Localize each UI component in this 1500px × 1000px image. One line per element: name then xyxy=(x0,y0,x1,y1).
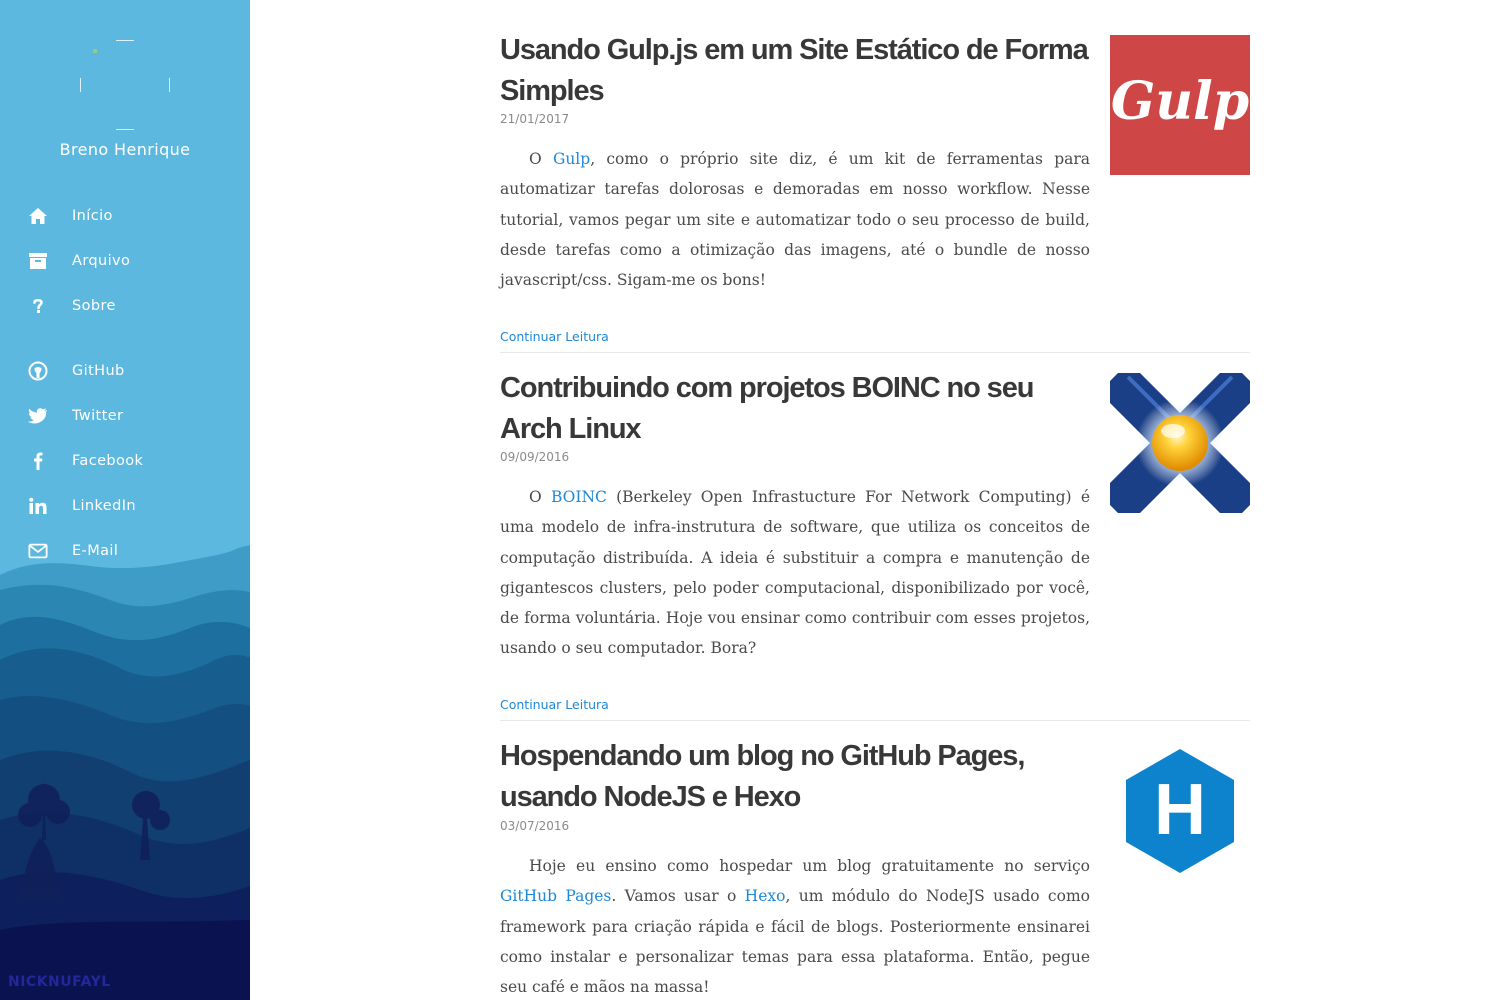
sidebar-item-linkedin[interactable]: LinkedIn xyxy=(28,494,228,518)
linkedin-icon xyxy=(28,496,48,516)
sidebar-item-label: LinkedIn xyxy=(72,498,136,514)
hexo-logo-text: H xyxy=(1154,770,1206,850)
post-date: 09/09/2016 xyxy=(500,450,570,464)
post-excerpt: O Gulp, como o próprio site diz, é um ki… xyxy=(500,144,1090,295)
excerpt-text: , como o próprio site diz, é um kit de f… xyxy=(500,150,1091,290)
gulp-logo-text: Gulp xyxy=(1111,71,1249,132)
sidebar: Breno Henrique Início Arquivo Sobre GitH… xyxy=(0,0,250,1000)
post-title[interactable]: Usando Gulp.js em um Site Estático de Fo… xyxy=(500,30,1100,112)
excerpt-text: O xyxy=(529,488,551,506)
post-thumbnail-hexo[interactable]: H xyxy=(1110,741,1250,881)
excerpt-text: (Berkeley Open Infrastucture For Network… xyxy=(500,488,1090,658)
sidebar-item-inicio[interactable]: Início xyxy=(28,204,228,228)
read-more-link[interactable]: Continuar Leitura xyxy=(500,329,609,344)
read-more-link[interactable]: Continuar Leitura xyxy=(500,697,609,712)
home-icon xyxy=(28,206,48,226)
post-title[interactable]: Contribuindo com projetos BOINC no seu A… xyxy=(500,368,1100,450)
avatar[interactable] xyxy=(80,40,170,130)
hexo-logo: H xyxy=(1110,741,1250,881)
sidebar-item-label: GitHub xyxy=(72,363,125,379)
twitter-icon xyxy=(28,406,48,426)
sidebar-item-label: Facebook xyxy=(72,453,144,469)
author-name: Breno Henrique xyxy=(59,140,191,159)
sidebar-item-label: E-Mail xyxy=(72,543,119,559)
envelope-icon xyxy=(28,541,48,561)
question-icon xyxy=(28,296,48,316)
excerpt-text: . Vamos usar o xyxy=(611,887,745,906)
post-excerpt: O BOINC (Berkeley Open Infrastucture For… xyxy=(500,482,1090,664)
sidebar-item-twitter[interactable]: Twitter xyxy=(28,404,228,428)
sidebar-item-facebook[interactable]: Facebook xyxy=(28,449,228,473)
boinc-link[interactable]: BOINC xyxy=(551,488,607,506)
excerpt-text: Hoje eu ensino como hospedar um blog gra… xyxy=(529,857,1090,875)
post-title[interactable]: Hospendando um blog no GitHub Pages, usa… xyxy=(500,736,1100,818)
boinc-logo xyxy=(1110,373,1250,513)
archive-icon xyxy=(28,251,48,271)
sidebar-item-sobre[interactable]: Sobre xyxy=(28,294,228,318)
post-list: Usando Gulp.js em um Site Estático de Fo… xyxy=(500,0,1250,1000)
gulp-link[interactable]: Gulp xyxy=(553,150,590,168)
post-thumbnail-gulp[interactable]: Gulp xyxy=(1110,35,1250,175)
github-icon xyxy=(28,361,48,381)
github-pages-link[interactable]: GitHub Pages xyxy=(500,887,611,905)
sidebar-item-label: Início xyxy=(72,208,113,224)
watermark-text: NICKNUFAYL xyxy=(8,974,111,990)
gulp-logo: Gulp xyxy=(1110,35,1250,175)
sidebar-item-github[interactable]: GitHub xyxy=(28,359,228,383)
post-date: 21/01/2017 xyxy=(500,112,570,126)
post-excerpt: Hoje eu ensino como hospedar um blog gra… xyxy=(500,851,1090,1000)
avatar-broken-image-icon xyxy=(93,49,97,53)
sidebar-item-label: Arquivo xyxy=(72,253,131,269)
avatar-outline xyxy=(80,40,170,130)
facebook-icon xyxy=(28,451,48,471)
sidebar-item-label: Sobre xyxy=(72,298,116,314)
excerpt-text: O xyxy=(529,150,553,168)
post-divider xyxy=(500,352,1250,353)
post-date: 03/07/2016 xyxy=(500,819,570,833)
sidebar-item-label: Twitter xyxy=(72,408,124,424)
sidebar-item-arquivo[interactable]: Arquivo xyxy=(28,249,228,273)
post-divider xyxy=(500,720,1250,721)
hexo-link[interactable]: Hexo xyxy=(745,887,786,905)
post-thumbnail-boinc[interactable] xyxy=(1110,373,1250,513)
sidebar-item-email[interactable]: E-Mail xyxy=(28,539,228,563)
